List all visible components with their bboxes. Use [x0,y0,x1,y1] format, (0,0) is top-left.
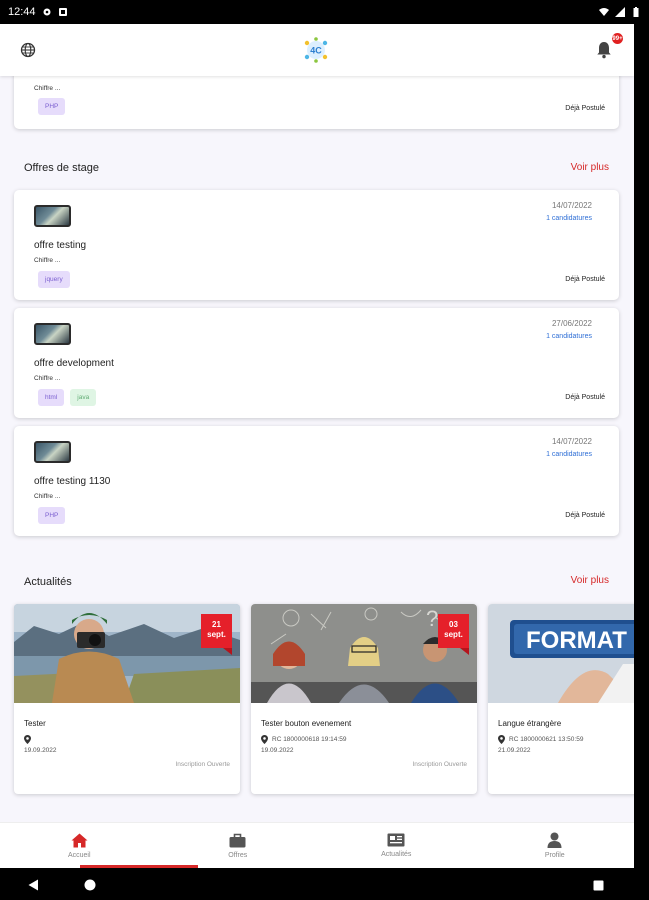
home-button[interactable] [84,878,96,896]
offer-tag: java [70,389,97,406]
offer-tag: PHP [38,507,66,524]
offer-status: Déjà Postulé [565,105,605,112]
status-bar: 12:44 [0,0,649,24]
offer-subtitle: Chiffre ... [34,493,61,500]
offer-subtitle: Chiffre ... [34,257,61,264]
offer-title: offre development [34,358,114,369]
actualites-section-title: Actualités [24,576,72,588]
news-location: RC 1800000618 19:14:59 [261,735,346,744]
news-card[interactable]: 21 sept. Tester 19.09.2022 Inscription O… [14,604,240,794]
actualites-voir-plus-link[interactable]: Voir plus [571,575,609,586]
offer-thumbnail [34,205,71,227]
nav-label: Profile [544,852,565,859]
bottom-navigation: Accueil Offres Actualités Profile [0,822,634,868]
badge-day: 21 [212,620,221,629]
offer-card[interactable]: 14/07/2022 1 candidatures offre testing … [14,190,619,300]
nav-accueil[interactable]: Accueil [0,823,198,868]
news-image-text: FORMAT [526,627,627,654]
nav-actualites[interactable]: Actualités [317,823,476,868]
offer-title: offre testing [34,240,87,251]
offer-candidatures[interactable]: 1 candidatures [546,451,592,458]
nav-profile[interactable]: Profile [476,823,635,868]
nav-label: Offres [228,851,248,859]
news-date-badge: 21 sept. [201,614,232,655]
offer-card[interactable]: 27/06/2022 1 candidatures offre developm… [14,308,619,418]
news-card[interactable]: FORMAT Langue étrangère RC 1800000621 13… [488,604,634,794]
news-title: Tester [24,719,46,728]
newspaper-icon [387,833,405,847]
offer-thumbnail [34,323,71,345]
app-bar: 4C 99+ [0,24,634,76]
offer-date: 14/07/2022 [551,201,592,210]
person-icon [547,832,562,848]
offer-tag: jquery [38,271,70,288]
app-logo: 4C [304,37,328,63]
offer-date: 27/06/2022 [551,319,592,328]
bell-icon [597,42,611,59]
news-date: 21.09.2022 [498,747,531,754]
globe-icon[interactable] [20,42,36,58]
badge-month: sept. [207,630,226,639]
news-location-text: RC 1800000621 13:50:59 [509,736,584,743]
news-location-text: RC 1800000618 19:14:59 [272,736,347,743]
app-status-icon [58,8,67,16]
news-date-badge: 03 sept. [438,614,469,655]
settings-status-icon [43,8,51,16]
offres-voir-plus-link[interactable]: Voir plus [571,162,609,173]
notification-button[interactable]: 99+ [596,32,624,61]
news-date: 19.09.2022 [24,747,57,754]
offer-tag: html [38,389,65,406]
notification-badge: 99+ [611,32,624,45]
news-date: 19.09.2022 [261,747,294,754]
signal-icon [615,7,625,17]
system-nav-bar [0,868,649,900]
offer-card[interactable]: Chiffre ... PHP Déjà Postulé [14,76,619,129]
news-location [24,735,35,744]
briefcase-icon [229,833,246,847]
battery-icon [633,7,639,17]
home-content[interactable]: Chiffre ... PHP Déjà Postulé Offres de s… [0,76,634,822]
badge-day: 03 [449,620,458,629]
offer-candidatures[interactable]: 1 candidatures [546,333,592,340]
offer-card[interactable]: 14/07/2022 1 candidatures offre testing … [14,426,619,536]
offer-status: Déjà Postulé [565,276,605,283]
location-pin-icon [498,735,505,744]
offer-subtitle: Chiffre ... [34,85,61,92]
news-title: Langue étrangère [498,719,562,728]
home-circle-icon [84,879,96,891]
status-time: 12:44 [8,6,36,18]
news-title: Tester bouton evenement [261,719,352,728]
offer-date: 14/07/2022 [551,437,592,446]
back-triangle-icon [28,879,38,891]
offer-candidatures[interactable]: 1 candidatures [546,215,592,222]
recents-button[interactable] [593,878,604,896]
offer-status: Déjà Postulé [565,512,605,519]
wifi-icon [599,8,609,16]
home-icon [71,833,88,847]
nav-offres[interactable]: Offres [159,823,318,868]
location-pin-icon [24,735,31,744]
offer-tag: PHP [38,98,66,115]
recents-square-icon [593,880,604,891]
nav-label: Actualités [381,851,412,858]
news-registration-status: Inscription Ouverte [412,761,467,768]
offer-subtitle: Chiffre ... [34,375,61,382]
news-registration-status: Inscription Ouverte [175,761,230,768]
offres-section-title: Offres de stage [24,162,100,174]
news-card[interactable]: ? 03 sept. Tester bouton evenement RC 18… [251,604,477,794]
location-pin-icon [261,735,268,744]
back-button[interactable] [28,878,39,896]
svg-text:?: ? [426,606,438,631]
nav-label: Accueil [67,851,91,859]
badge-month: sept. [444,630,463,639]
offer-thumbnail [34,441,71,463]
offer-title: offre testing 1130 [34,476,111,487]
news-location: RC 1800000621 13:50:59 [498,735,583,744]
svg-text:4C: 4C [310,46,322,56]
news-image: FORMAT [488,604,634,703]
offer-status: Déjà Postulé [565,394,605,401]
